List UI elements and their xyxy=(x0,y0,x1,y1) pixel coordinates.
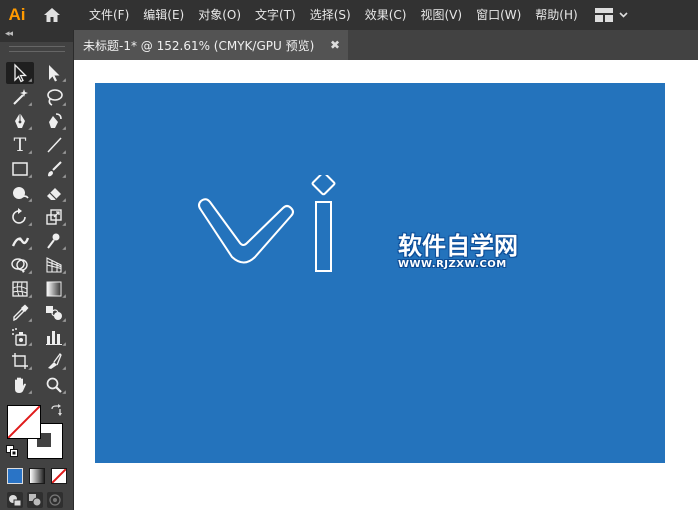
document-tab[interactable]: 未标题-1* @ 152.61% (CMYK/GPU 预览) ✖ xyxy=(74,30,348,60)
swap-fill-stroke-icon[interactable] xyxy=(49,404,63,418)
shape-builder-tool-icon[interactable] xyxy=(6,254,34,276)
mesh-tool-icon[interactable] xyxy=(6,278,34,300)
menu-select[interactable]: 选择(S) xyxy=(303,0,358,30)
watermark-url: WWW.RJZXW.COM xyxy=(398,259,507,270)
fill-swatch[interactable] xyxy=(7,405,41,439)
perspective-grid-tool-icon[interactable] xyxy=(40,254,68,276)
scale-tool-icon[interactable] xyxy=(40,206,68,228)
document-tab-title: 未标题-1* @ 152.61% (CMYK/GPU 预览) xyxy=(83,38,315,53)
vi-outline-artwork[interactable] xyxy=(195,175,345,285)
hand-tool-icon[interactable] xyxy=(6,374,34,396)
menu-type[interactable]: 文字(T) xyxy=(248,0,303,30)
canvas[interactable]: 软件自学网 WWW.RJZXW.COM xyxy=(74,60,698,510)
menu-effect[interactable]: 效果(C) xyxy=(358,0,414,30)
tools-panel-header: ◂◂ xyxy=(0,29,73,42)
menu-edit[interactable]: 编辑(E) xyxy=(136,0,191,30)
chevron-down-icon xyxy=(619,12,628,18)
zoom-tool-icon[interactable] xyxy=(40,374,68,396)
draw-normal-icon[interactable] xyxy=(7,492,23,508)
artboard-tool-icon[interactable] xyxy=(6,350,34,372)
watermark-title: 软件自学网 xyxy=(398,232,518,260)
artboard[interactable]: 软件自学网 WWW.RJZXW.COM xyxy=(95,83,665,463)
lasso-tool-icon[interactable] xyxy=(40,86,68,108)
menu-view[interactable]: 视图(V) xyxy=(413,0,469,30)
puppet-warp-tool-icon[interactable] xyxy=(40,230,68,252)
none-mode-icon[interactable] xyxy=(51,468,67,484)
blend-tool-icon[interactable] xyxy=(40,302,68,324)
gradient-tool-icon[interactable] xyxy=(40,278,68,300)
document-tab-bar: 未标题-1* @ 152.61% (CMYK/GPU 预览) ✖ xyxy=(74,30,698,60)
tools-panel: ◂◂ T xyxy=(0,29,74,510)
symbol-sprayer-tool-icon[interactable] xyxy=(6,326,34,348)
line-segment-tool-icon[interactable] xyxy=(40,134,68,156)
menu-file[interactable]: 文件(F) xyxy=(82,0,136,30)
panel-grip[interactable] xyxy=(0,42,73,56)
slice-tool-icon[interactable] xyxy=(40,350,68,372)
column-graph-tool-icon[interactable] xyxy=(40,326,68,348)
paintbrush-tool-icon[interactable] xyxy=(40,158,68,180)
width-tool-icon[interactable] xyxy=(6,230,34,252)
menu-help[interactable]: 帮助(H) xyxy=(528,0,584,30)
eyedropper-tool-icon[interactable] xyxy=(6,302,34,324)
menu-window[interactable]: 窗口(W) xyxy=(469,0,528,30)
rectangle-tool-icon[interactable] xyxy=(6,158,34,180)
workspace-grid-icon xyxy=(594,8,613,22)
tool-grid: T xyxy=(0,62,73,398)
gradient-mode-icon[interactable] xyxy=(29,468,45,484)
close-icon[interactable]: ✖ xyxy=(330,38,340,52)
shaper-tool-icon[interactable] xyxy=(6,182,34,204)
menu-object[interactable]: 对象(O) xyxy=(191,0,248,30)
direct-selection-tool-icon[interactable] xyxy=(40,62,68,84)
color-mode-buttons xyxy=(7,468,67,484)
type-tool-icon[interactable]: T xyxy=(6,134,34,156)
draw-inside-icon[interactable] xyxy=(47,492,63,508)
color-mode-icon[interactable] xyxy=(7,468,23,484)
app-logo: Ai xyxy=(8,5,26,24)
watermark: 软件自学网 WWW.RJZXW.COM xyxy=(398,233,548,271)
curvature-tool-icon[interactable] xyxy=(40,110,68,132)
rotate-tool-icon[interactable] xyxy=(6,206,34,228)
selection-tool-icon[interactable] xyxy=(6,62,34,84)
draw-mode-buttons xyxy=(7,492,63,508)
magic-wand-tool-icon[interactable] xyxy=(6,86,34,108)
collapse-panel-icon[interactable]: ◂◂ xyxy=(5,29,13,39)
default-fill-stroke-icon[interactable] xyxy=(6,445,18,457)
eraser-tool-icon[interactable] xyxy=(40,182,68,204)
workspace-switcher[interactable] xyxy=(594,8,628,22)
home-icon[interactable] xyxy=(34,0,70,30)
fill-stroke-widget xyxy=(5,403,67,463)
draw-behind-icon[interactable] xyxy=(27,492,43,508)
pen-tool-icon[interactable] xyxy=(6,110,34,132)
menu-bar: Ai 文件(F) 编辑(E) 对象(O) 文字(T) 选择(S) 效果(C) 视… xyxy=(0,0,698,30)
